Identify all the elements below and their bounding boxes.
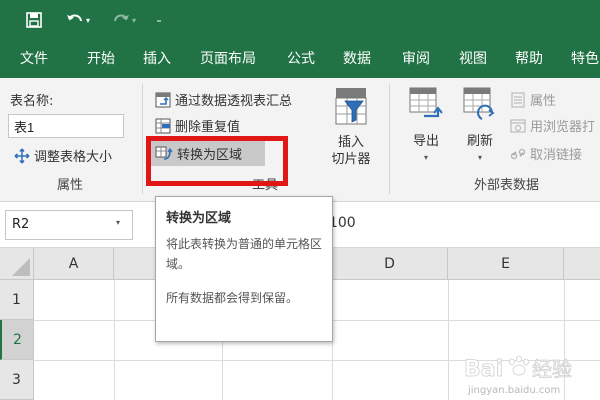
column-header-a[interactable]: A xyxy=(34,248,114,280)
baidu-jingyan-watermark: Bai 经验 jingyan.baidu.com xyxy=(462,352,598,398)
svg-text:经验: 经验 xyxy=(532,357,572,381)
table-name-label: 表名称: xyxy=(10,94,54,109)
external-properties-button[interactable]: 属性 xyxy=(510,90,556,109)
tab-formulas[interactable]: 公式 xyxy=(287,40,315,78)
remove-duplicates-button[interactable]: 删除重复值 xyxy=(155,116,240,135)
tooltip-title: 转换为区域 xyxy=(166,211,232,226)
refresh-button[interactable]: 刷新 ▾ xyxy=(458,86,502,162)
tab-featured[interactable]: 特色 xyxy=(571,40,599,78)
row-header-2[interactable]: 2 xyxy=(0,320,34,360)
customize-qat-button[interactable]: ₌ xyxy=(150,8,168,32)
highlight-annotation-box xyxy=(146,136,288,186)
insert-slicer-label-1: 插入 xyxy=(337,135,364,150)
unlink-icon xyxy=(510,148,526,159)
name-box-dropdown-caret[interactable]: ▾ xyxy=(116,218,120,227)
browser-icon xyxy=(510,119,526,132)
tab-home[interactable]: 开始 xyxy=(87,40,115,78)
refresh-icon xyxy=(463,87,495,120)
summarize-pivot-label: 通过数据透视表汇总 xyxy=(175,94,293,109)
grid-line xyxy=(114,280,115,400)
group-separator xyxy=(142,84,143,194)
external-properties-label: 属性 xyxy=(530,94,557,109)
tab-data[interactable]: 数据 xyxy=(343,40,371,78)
redo-dropdown-caret[interactable]: ▾ xyxy=(132,16,136,25)
column-header-e[interactable]: E xyxy=(448,248,564,280)
export-button[interactable]: 导出 ▾ xyxy=(404,86,448,162)
refresh-label: 刷新 xyxy=(466,134,493,149)
open-in-browser-button[interactable]: 用浏览器打 xyxy=(510,116,595,135)
column-header-f[interactable] xyxy=(564,248,600,280)
name-box[interactable]: R2 xyxy=(5,210,133,240)
tab-file[interactable]: 文件 xyxy=(20,40,48,78)
ribbon-panel: 表名称: 调整表格大小 属性 通过数据透视表汇总 删除重复值 xyxy=(0,78,600,202)
tooltip-note: 所有数据都会得到保留。 xyxy=(166,291,299,305)
resize-table-icon xyxy=(14,148,30,163)
insert-slicer-button[interactable]: 插入 切片器 xyxy=(326,86,376,168)
row-header-3[interactable]: 3 xyxy=(0,360,34,400)
corner-triangle-icon xyxy=(12,258,30,276)
undo-button[interactable]: ▾ xyxy=(60,8,96,32)
resize-table-button[interactable]: 调整表格大小 xyxy=(14,146,112,165)
svg-text:jingyan.baidu.com: jingyan.baidu.com xyxy=(467,385,560,396)
export-icon xyxy=(409,87,443,118)
export-dropdown-caret[interactable]: ▾ xyxy=(404,153,448,162)
undo-icon xyxy=(66,14,82,22)
insert-slicer-label-2: 切片器 xyxy=(331,152,371,167)
export-label: 导出 xyxy=(412,134,439,149)
resize-table-label: 调整表格大小 xyxy=(34,150,113,165)
save-icon xyxy=(26,12,42,28)
command-tooltip: 转换为区域 将此表转换为普通的单元格区域。 所有数据都会得到保留。 xyxy=(155,196,333,342)
column-header-d[interactable]: D xyxy=(332,248,448,280)
title-bar: ▾ ▾ ₌ xyxy=(0,0,600,40)
undo-dropdown-caret[interactable]: ▾ xyxy=(86,16,90,25)
unlink-label: 取消链接 xyxy=(530,148,583,163)
summarize-pivot-button[interactable]: 通过数据透视表汇总 xyxy=(155,90,292,109)
tab-insert[interactable]: 插入 xyxy=(143,40,171,78)
open-in-browser-label: 用浏览器打 xyxy=(530,120,596,135)
table-name-input[interactable] xyxy=(8,114,124,138)
watermark-logo: Bai 经验 jingyan.baidu.com xyxy=(464,355,572,396)
tooltip-description: 将此表转换为普通的单元格区域。 xyxy=(166,237,323,271)
unlink-button[interactable]: 取消链接 xyxy=(510,144,582,163)
tab-page-layout[interactable]: 页面布局 xyxy=(200,40,256,78)
select-all-corner[interactable] xyxy=(0,248,34,280)
remove-duplicates-icon xyxy=(155,118,171,133)
row-header-1[interactable]: 1 xyxy=(0,280,34,320)
tab-view[interactable]: 视图 xyxy=(459,40,487,78)
svg-text:Bai: Bai xyxy=(464,357,503,382)
tab-help[interactable]: 帮助 xyxy=(515,40,543,78)
properties-group-label: 属性 xyxy=(57,178,84,193)
refresh-dropdown-caret[interactable]: ▾ xyxy=(458,153,502,162)
save-button[interactable] xyxy=(22,8,46,32)
redo-button[interactable]: ▾ xyxy=(106,8,142,32)
external-data-group-label: 外部表数据 xyxy=(474,178,540,193)
grid-line xyxy=(448,280,449,400)
group-separator xyxy=(389,84,390,194)
slicer-icon xyxy=(335,88,367,125)
pivot-table-icon xyxy=(155,92,171,107)
tab-review[interactable]: 审阅 xyxy=(402,40,430,78)
redo-icon xyxy=(113,14,129,22)
remove-duplicates-label: 删除重复值 xyxy=(175,120,241,135)
properties-icon xyxy=(511,92,525,107)
ribbon-tabs: 文件 开始 插入 页面布局 公式 数据 审阅 视图 帮助 特色 xyxy=(0,40,600,78)
